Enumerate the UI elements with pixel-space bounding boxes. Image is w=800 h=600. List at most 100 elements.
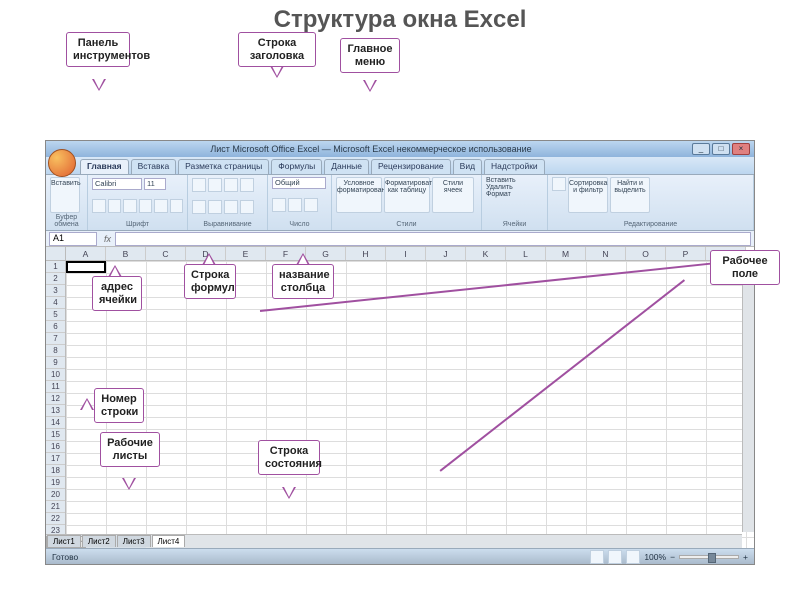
view-pagebreak-icon[interactable] bbox=[626, 550, 640, 564]
row-header[interactable]: 8 bbox=[46, 345, 65, 357]
row-header[interactable]: 20 bbox=[46, 489, 65, 501]
row-header[interactable]: 18 bbox=[46, 465, 65, 477]
sheet-tab-active[interactable]: Лист4 bbox=[152, 535, 186, 547]
ribbon-tab-addins[interactable]: Надстройки bbox=[484, 159, 545, 174]
row-header[interactable]: 5 bbox=[46, 309, 65, 321]
column-header[interactable]: E bbox=[226, 247, 266, 260]
column-header[interactable]: M bbox=[546, 247, 586, 260]
active-cell[interactable] bbox=[66, 261, 106, 273]
font-size-select[interactable]: 11 bbox=[144, 178, 166, 190]
row-header[interactable]: 21 bbox=[46, 501, 65, 513]
row-header[interactable]: 16 bbox=[46, 441, 65, 453]
cond-format-button[interactable]: Условное форматирование bbox=[336, 177, 382, 213]
percent-icon[interactable] bbox=[288, 198, 302, 212]
zoom-in-icon[interactable]: + bbox=[743, 552, 748, 562]
ribbon-tab-pagelayout[interactable]: Разметка страницы bbox=[178, 159, 269, 174]
align-center-icon[interactable] bbox=[208, 200, 222, 214]
ribbon-tab-insert[interactable]: Вставка bbox=[131, 159, 177, 174]
column-header[interactable]: A bbox=[66, 247, 106, 260]
wrap-icon[interactable] bbox=[240, 178, 254, 192]
ribbon-tab-data[interactable]: Данные bbox=[324, 159, 369, 174]
ribbon-tab-view[interactable]: Вид bbox=[453, 159, 482, 174]
minimize-button[interactable]: _ bbox=[692, 143, 710, 155]
ribbon-tab-formulas[interactable]: Формулы bbox=[271, 159, 322, 174]
row-header[interactable]: 1 bbox=[46, 261, 65, 273]
cell-styles-button[interactable]: Стили ячеек bbox=[432, 177, 474, 213]
row-header[interactable]: 3 bbox=[46, 285, 65, 297]
row-header[interactable]: 19 bbox=[46, 477, 65, 489]
comma-icon[interactable] bbox=[304, 198, 318, 212]
vertical-scrollbar[interactable] bbox=[742, 261, 754, 532]
merge-icon[interactable] bbox=[240, 200, 254, 214]
sheet-tab[interactable]: Лист3 bbox=[117, 535, 151, 547]
close-button[interactable]: × bbox=[732, 143, 750, 155]
border-icon[interactable] bbox=[139, 199, 153, 213]
sort-filter-button[interactable]: Сортировка и фильтр bbox=[568, 177, 608, 213]
ribbon-tab-review[interactable]: Рецензирование bbox=[371, 159, 451, 174]
align-left-icon[interactable] bbox=[192, 200, 206, 214]
row-header[interactable]: 9 bbox=[46, 357, 65, 369]
find-select-button[interactable]: Найти и выделить bbox=[610, 177, 650, 213]
horizontal-scrollbar[interactable]: Лист1 Лист2 Лист3 Лист4 bbox=[146, 534, 742, 548]
zoom-slider[interactable] bbox=[679, 555, 739, 559]
column-header[interactable]: J bbox=[426, 247, 466, 260]
row-header[interactable]: 17 bbox=[46, 453, 65, 465]
row-header[interactable]: 13 bbox=[46, 405, 65, 417]
group-clipboard: Буфер обмена bbox=[50, 214, 83, 228]
column-header[interactable]: G bbox=[306, 247, 346, 260]
row-header[interactable]: 7 bbox=[46, 333, 65, 345]
column-header[interactable]: O bbox=[626, 247, 666, 260]
ribbon-tab-home[interactable]: Главная bbox=[80, 159, 129, 174]
formula-input[interactable] bbox=[115, 232, 751, 246]
row-header[interactable]: 10 bbox=[46, 369, 65, 381]
office-button[interactable] bbox=[48, 149, 76, 177]
column-header[interactable]: L bbox=[506, 247, 546, 260]
column-header[interactable]: K bbox=[466, 247, 506, 260]
align-mid-icon[interactable] bbox=[208, 178, 222, 192]
align-right-icon[interactable] bbox=[224, 200, 238, 214]
column-header[interactable]: B bbox=[106, 247, 146, 260]
format-table-button[interactable]: Форматировать как таблицу bbox=[384, 177, 430, 213]
underline-icon[interactable] bbox=[123, 199, 137, 213]
italic-icon[interactable] bbox=[108, 199, 122, 213]
align-top-icon[interactable] bbox=[192, 178, 206, 192]
view-normal-icon[interactable] bbox=[590, 550, 604, 564]
column-header[interactable]: C bbox=[146, 247, 186, 260]
column-header[interactable]: H bbox=[346, 247, 386, 260]
paste-button[interactable]: Вставить bbox=[50, 177, 80, 213]
row-header[interactable]: 14 bbox=[46, 417, 65, 429]
column-header[interactable]: P bbox=[666, 247, 706, 260]
row-headers[interactable]: 1234567891011121314151617181920212223242… bbox=[46, 261, 66, 548]
fx-icon[interactable]: fx bbox=[104, 234, 111, 244]
fillcolor-icon[interactable] bbox=[154, 199, 168, 213]
view-pagelayout-icon[interactable] bbox=[608, 550, 622, 564]
font-family-select[interactable]: Calibri bbox=[92, 178, 142, 190]
maximize-button[interactable]: □ bbox=[712, 143, 730, 155]
bold-icon[interactable] bbox=[92, 199, 106, 213]
fontcolor-icon[interactable] bbox=[170, 199, 184, 213]
row-header[interactable]: 2 bbox=[46, 273, 65, 285]
number-format-select[interactable]: Общий bbox=[272, 177, 326, 189]
select-all-corner[interactable] bbox=[46, 247, 66, 261]
zoom-out-icon[interactable]: − bbox=[670, 552, 675, 562]
row-header[interactable]: 22 bbox=[46, 513, 65, 525]
sheet-tab[interactable]: Лист2 bbox=[82, 535, 116, 547]
row-header[interactable]: 6 bbox=[46, 321, 65, 333]
cells-format-button[interactable]: Формат bbox=[486, 191, 543, 198]
cells-insert-button[interactable]: Вставить bbox=[486, 177, 543, 184]
cells-delete-button[interactable]: Удалить bbox=[486, 184, 543, 191]
align-bot-icon[interactable] bbox=[224, 178, 238, 192]
row-header[interactable]: 4 bbox=[46, 297, 65, 309]
sheet-tab[interactable]: Лист1 bbox=[47, 535, 81, 547]
callout-titlebar: Строка заголовка bbox=[238, 32, 316, 67]
column-header[interactable]: I bbox=[386, 247, 426, 260]
column-header[interactable]: N bbox=[586, 247, 626, 260]
page-title: Структура окна Excel bbox=[0, 0, 800, 34]
row-header[interactable]: 12 bbox=[46, 393, 65, 405]
name-box[interactable]: A1 bbox=[49, 232, 97, 246]
column-headers[interactable]: ABCDEFGHIJKLMNOPQ bbox=[66, 247, 746, 261]
sum-icon[interactable] bbox=[552, 177, 566, 191]
row-header[interactable]: 15 bbox=[46, 429, 65, 441]
currency-icon[interactable] bbox=[272, 198, 286, 212]
row-header[interactable]: 11 bbox=[46, 381, 65, 393]
